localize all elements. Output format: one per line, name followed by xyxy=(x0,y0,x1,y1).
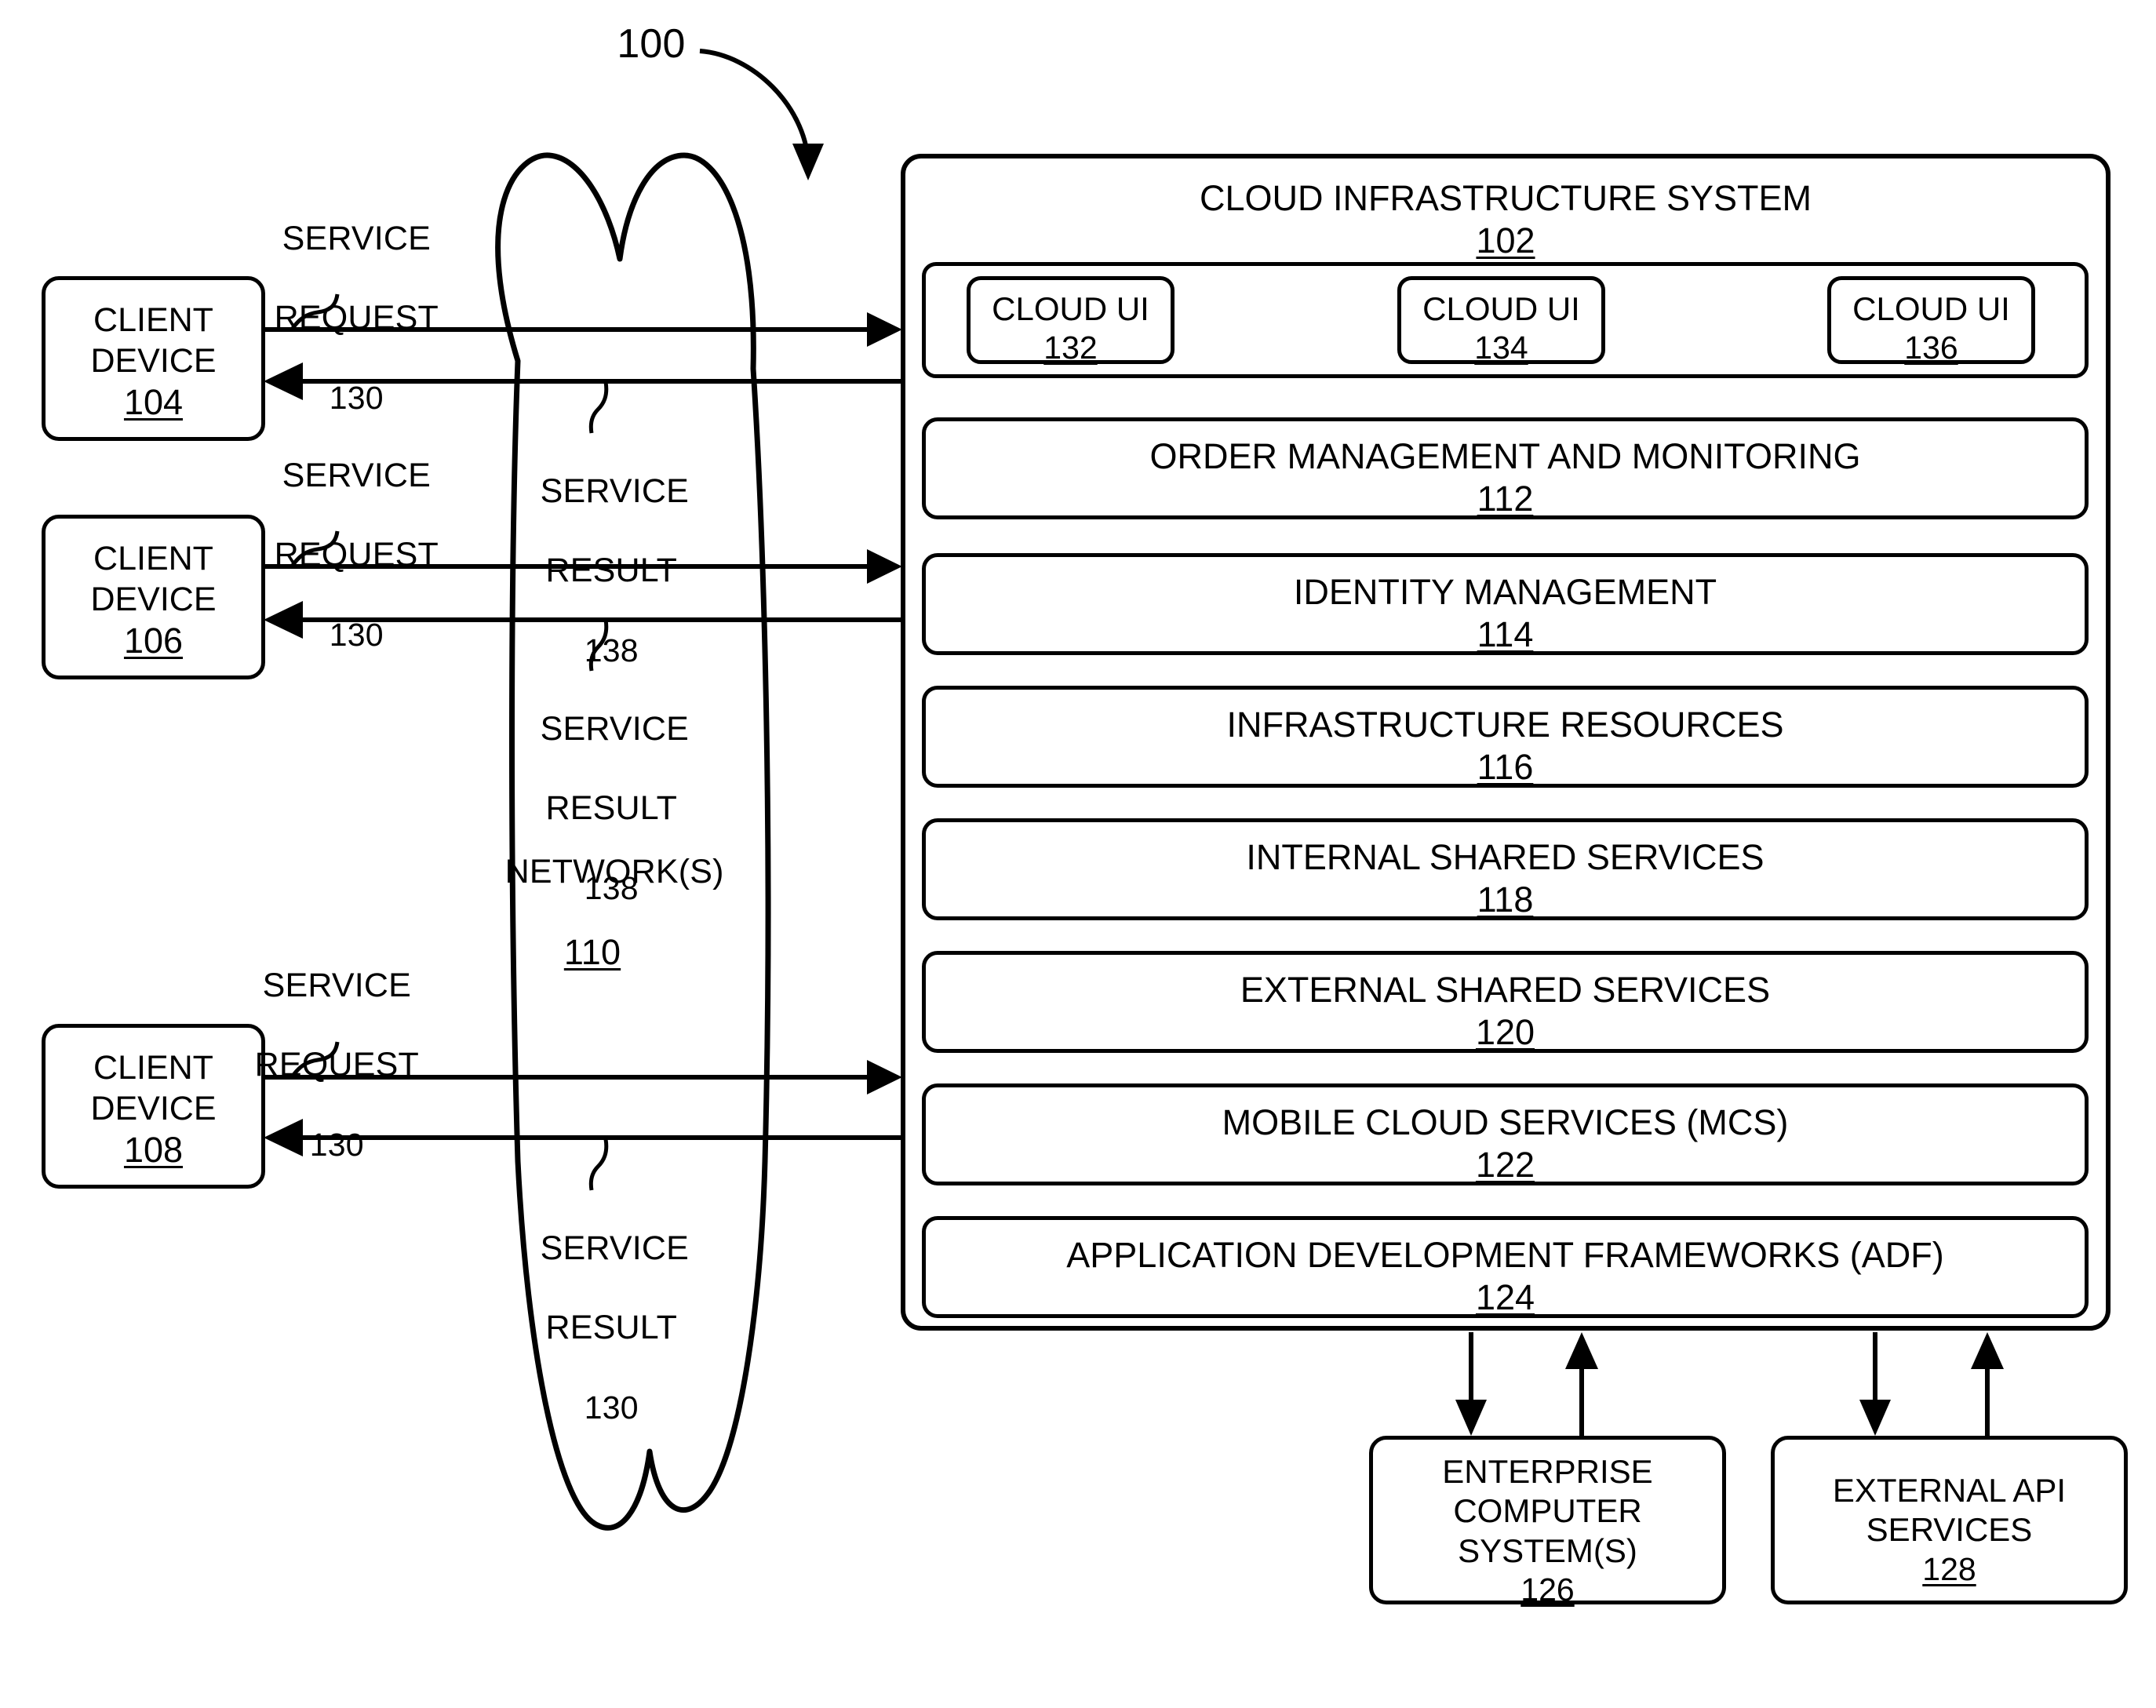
cloud-ui-136-text: CLOUD UI xyxy=(1852,290,2010,327)
cis-number: 102 xyxy=(1476,220,1535,260)
figure-reference-numeral: 100 xyxy=(617,21,686,67)
client-106-number: 106 xyxy=(123,621,184,661)
external-api-services-label: EXTERNAL API SERVICES 128 xyxy=(1775,1471,2124,1589)
eas-line2: SERVICES xyxy=(1866,1511,2033,1549)
req106-line1: SERVICE xyxy=(282,456,431,494)
layer-118-number: 118 xyxy=(1477,879,1534,920)
ecs-number: 126 xyxy=(1520,1571,1575,1608)
ecs-line2: COMPUTER xyxy=(1453,1492,1642,1530)
cloud-ui-132-label: CLOUD UI 132 xyxy=(971,290,1171,368)
client-104-number: 104 xyxy=(123,382,184,423)
resbot-number: 130 xyxy=(584,1389,639,1426)
leader-result-138-top xyxy=(588,381,609,434)
client-device-106-label: CLIENT DEVICE 106 xyxy=(46,539,261,662)
cis-title-text: CLOUD INFRASTRUCTURE SYSTEM xyxy=(1199,178,1812,218)
resbot-line1: SERVICE xyxy=(540,1229,689,1267)
cloud-ui-136-box[interactable]: CLOUD UI 136 xyxy=(1827,276,2035,366)
layer-infrastructure-resources-label: INFRASTRUCTURE RESOURCES 116 xyxy=(926,704,2085,788)
layer-internal-shared-services-box[interactable]: INTERNAL SHARED SERVICES 118 xyxy=(922,818,2089,920)
cloud-ui-134-number: 134 xyxy=(1474,330,1528,366)
cloud-ui-132-text: CLOUD UI xyxy=(992,290,1149,327)
client-108-line2: DEVICE xyxy=(90,1089,217,1127)
cloud-ui-134-label: CLOUD UI 134 xyxy=(1401,290,1601,368)
flow-adf-to-enterprise xyxy=(1455,1332,1487,1436)
layer-mobile-cloud-services-box[interactable]: MOBILE CLOUD SERVICES (MCS) 122 xyxy=(922,1083,2089,1185)
label-service-result-top: SERVICE RESULT 138 xyxy=(502,432,689,710)
layer-application-development-frameworks-label: APPLICATION DEVELOPMENT FRAMEWORKS (ADF)… xyxy=(926,1234,2085,1319)
req108-line1: SERVICE xyxy=(262,966,411,1004)
layer-120-number: 120 xyxy=(1475,1012,1535,1052)
layer-external-shared-services-label: EXTERNAL SHARED SERVICES 120 xyxy=(926,969,2085,1054)
cloud-ui-136-label: CLOUD UI 136 xyxy=(1831,290,2031,368)
label-service-request-108: SERVICE REQUEST 130 xyxy=(216,926,420,1204)
layer-120-text: EXTERNAL SHARED SERVICES xyxy=(1240,970,1771,1010)
cloud-ui-132-box[interactable]: CLOUD UI 132 xyxy=(967,276,1175,366)
layer-122-text: MOBILE CLOUD SERVICES (MCS) xyxy=(1222,1102,1789,1142)
layer-order-management-label: ORDER MANAGEMENT AND MONITORING 112 xyxy=(926,435,2085,520)
req106-line2: REQUEST xyxy=(274,536,439,574)
layer-identity-management-box[interactable]: IDENTITY MANAGEMENT 114 xyxy=(922,553,2089,655)
layer-114-number: 114 xyxy=(1477,614,1534,654)
restop-line2: RESULT xyxy=(545,552,678,590)
layer-infrastructure-resources-box[interactable]: INFRASTRUCTURE RESOURCES 116 xyxy=(922,686,2089,788)
layer-112-text: ORDER MANAGEMENT AND MONITORING xyxy=(1149,436,1861,476)
ecs-line3: SYSTEM(S) xyxy=(1458,1531,1637,1569)
resmid-line1: SERVICE xyxy=(540,709,689,748)
label-networks: NETWORK(S) 110 xyxy=(467,812,724,1053)
layer-116-number: 116 xyxy=(1477,747,1534,787)
eas-number: 128 xyxy=(1922,1550,1976,1587)
layer-application-development-frameworks-box[interactable]: APPLICATION DEVELOPMENT FRAMEWORKS (ADF)… xyxy=(922,1216,2089,1318)
client-104-line1: CLIENT xyxy=(93,301,213,339)
cloud-ui-132-number: 132 xyxy=(1043,330,1098,366)
client-108-line1: CLIENT xyxy=(93,1049,213,1087)
layer-identity-management-label: IDENTITY MANAGEMENT 114 xyxy=(926,571,2085,656)
layer-118-text: INTERNAL SHARED SERVICES xyxy=(1246,837,1764,877)
client-device-106-box[interactable]: CLIENT DEVICE 106 xyxy=(42,515,265,679)
cloud-ui-136-number: 136 xyxy=(1904,330,1958,366)
req108-number: 130 xyxy=(309,1126,364,1163)
layer-114-text: IDENTITY MANAGEMENT xyxy=(1293,572,1717,612)
client-device-104-label: CLIENT DEVICE 104 xyxy=(46,300,261,424)
layer-116-text: INFRASTRUCTURE RESOURCES xyxy=(1226,705,1784,745)
flow-external-api-to-adf xyxy=(1971,1332,2004,1436)
enterprise-computer-systems-label: ENTERPRISE COMPUTER SYSTEM(S) 126 xyxy=(1373,1452,1722,1609)
restop-line1: SERVICE xyxy=(540,472,689,510)
layer-112-number: 112 xyxy=(1477,479,1534,519)
flow-adf-to-external-api xyxy=(1859,1332,1891,1436)
req106-number: 130 xyxy=(329,616,384,653)
client-device-104-box[interactable]: CLIENT DEVICE 104 xyxy=(42,276,265,441)
req104-line2: REQUEST xyxy=(274,299,439,337)
req104-line1: SERVICE xyxy=(282,219,431,257)
layer-external-shared-services-box[interactable]: EXTERNAL SHARED SERVICES 120 xyxy=(922,951,2089,1053)
flow-enterprise-to-adf xyxy=(1565,1332,1598,1436)
client-104-line2: DEVICE xyxy=(90,341,217,380)
restop-number: 138 xyxy=(584,632,639,668)
cloud-ui-134-text: CLOUD UI xyxy=(1422,290,1580,327)
client-106-line1: CLIENT xyxy=(93,540,213,577)
label-service-result-bot: SERVICE RESULT 130 xyxy=(502,1189,689,1467)
layer-mobile-cloud-services-label: MOBILE CLOUD SERVICES (MCS) 122 xyxy=(926,1102,2085,1186)
ecs-line1: ENTERPRISE xyxy=(1442,1453,1653,1490)
layer-internal-shared-services-label: INTERNAL SHARED SERVICES 118 xyxy=(926,836,2085,921)
layer-122-number: 122 xyxy=(1475,1145,1535,1185)
layer-order-management-box[interactable]: ORDER MANAGEMENT AND MONITORING 112 xyxy=(922,417,2089,519)
layer-124-number: 124 xyxy=(1475,1277,1535,1317)
figure-leader-arrow xyxy=(699,49,824,180)
req108-line2: REQUEST xyxy=(254,1046,419,1084)
label-service-request-106: SERVICE REQUEST 130 xyxy=(235,416,439,694)
network-label: NETWORK(S) xyxy=(504,852,724,890)
layer-124-text: APPLICATION DEVELOPMENT FRAMEWORKS (ADF) xyxy=(1066,1235,1944,1275)
client-106-line2: DEVICE xyxy=(90,580,217,618)
network-number: 110 xyxy=(563,932,621,973)
enterprise-computer-systems-box[interactable]: ENTERPRISE COMPUTER SYSTEM(S) 126 xyxy=(1369,1436,1726,1608)
req104-number: 130 xyxy=(329,379,384,416)
leader-result-130-bot xyxy=(588,1138,609,1191)
external-api-services-box[interactable]: EXTERNAL API SERVICES 128 xyxy=(1771,1436,2128,1604)
figure-canvas: 100 CLIENT DEVICE 104 CLIENT DEVICE 106 … xyxy=(0,0,2156,1708)
cloud-ui-134-box[interactable]: CLOUD UI 134 xyxy=(1397,276,1605,366)
resbot-line2: RESULT xyxy=(545,1309,678,1347)
cloud-infrastructure-system-title: CLOUD INFRASTRUCTURE SYSTEM 102 xyxy=(905,177,2106,262)
eas-line1: EXTERNAL API xyxy=(1832,1472,2067,1509)
